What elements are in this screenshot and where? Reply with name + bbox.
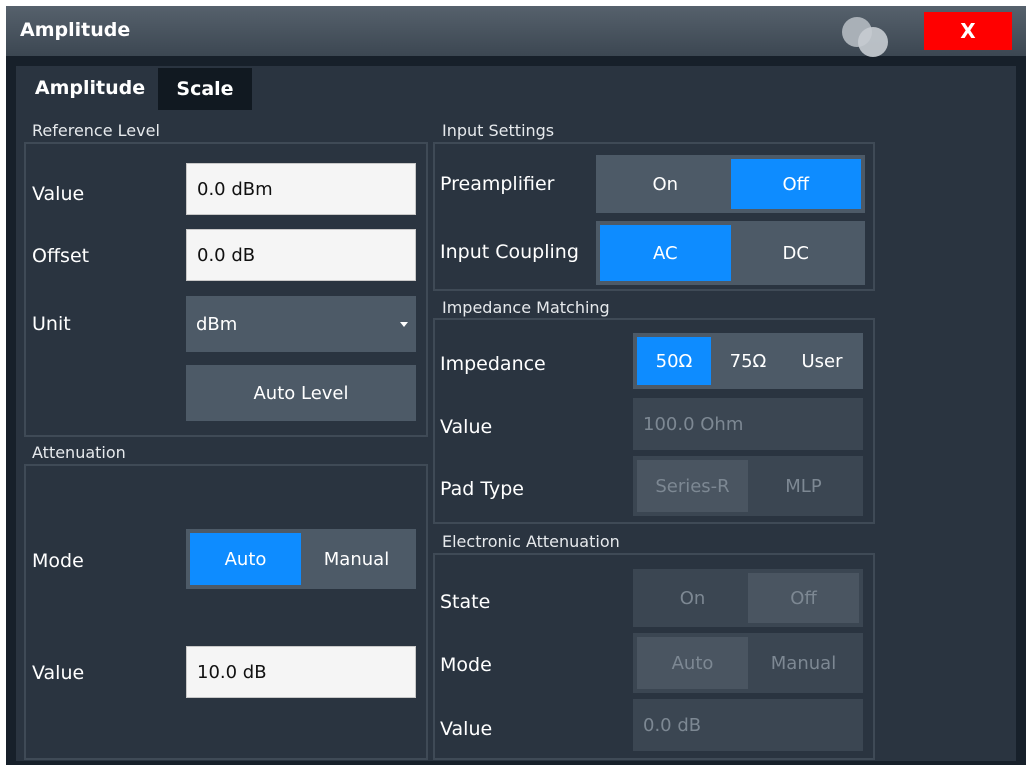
auto-level-button[interactable]: Auto Level (186, 365, 416, 421)
reference-value-input[interactable]: 0.0 dBm (186, 163, 416, 215)
offset-input[interactable]: 0.0 dB (186, 229, 416, 281)
attenuation-mode-manual[interactable]: Manual (301, 533, 412, 585)
attenuation-value-input[interactable]: 10.0 dB (186, 646, 416, 698)
input-coupling-label: Input Coupling (440, 241, 579, 263)
pad-mlp: MLP (785, 475, 822, 497)
title-bar[interactable]: Amplitude X (6, 6, 1026, 57)
preamplifier-label: Preamplifier (440, 173, 555, 195)
tab-amplitude[interactable]: Amplitude (22, 66, 158, 110)
attenuation-title: Attenuation (32, 443, 126, 462)
attenuation-mode-toggle[interactable]: Auto Manual (186, 529, 416, 589)
unit-dropdown[interactable]: dBm (186, 296, 416, 352)
impedance-value-field: 100.0 Ohm (633, 398, 863, 450)
circle-shape (858, 27, 888, 57)
reference-level-title: Reference Level (32, 121, 160, 140)
dock-icon[interactable] (836, 14, 888, 57)
impedance-75[interactable]: 75Ω (711, 337, 785, 385)
window-title: Amplitude (20, 19, 131, 41)
ea-state-off: Off (748, 573, 859, 623)
coupling-dc[interactable]: DC (731, 225, 862, 281)
ea-state-label: State (440, 591, 491, 613)
reference-value-label: Value (32, 183, 85, 205)
input-settings-title: Input Settings (442, 121, 555, 140)
electronic-attenuation-title: Electronic Attenuation (442, 532, 620, 551)
impedance-label: Impedance (440, 353, 546, 375)
impedance-toggle[interactable]: 50Ω 75Ω User (633, 333, 863, 389)
ea-state-on: On (679, 587, 706, 609)
attenuation-mode-label: Mode (32, 550, 84, 572)
close-button[interactable]: X (924, 12, 1012, 50)
offset-label: Offset (32, 245, 90, 267)
impedance-user[interactable]: User (785, 337, 859, 385)
impedance-value-label: Value (440, 416, 493, 438)
unit-label: Unit (32, 313, 71, 335)
preamplifier-off[interactable]: Off (730, 159, 861, 209)
unit-value: dBm (196, 313, 238, 335)
chevron-down-icon (400, 322, 408, 327)
attenuation-mode-auto[interactable]: Auto (190, 533, 301, 585)
ea-mode-auto: Auto (637, 637, 748, 689)
input-coupling-toggle[interactable]: AC DC (596, 221, 865, 285)
tab-bar: Amplitude Scale (16, 66, 1016, 110)
pad-type-toggle: Series-R MLP (633, 456, 863, 516)
ea-state-toggle: On Off (633, 569, 863, 627)
pad-type-label: Pad Type (440, 478, 524, 500)
preamplifier-toggle[interactable]: On Off (596, 155, 865, 213)
ea-mode-manual: Manual (770, 652, 837, 674)
attenuation-group (24, 464, 428, 760)
ea-mode-label: Mode (440, 654, 492, 676)
ea-value-label: Value (440, 718, 493, 740)
impedance-50[interactable]: 50Ω (637, 337, 711, 385)
preamplifier-on[interactable]: On (600, 159, 731, 209)
pad-series-r: Series-R (637, 460, 748, 512)
impedance-matching-title: Impedance Matching (442, 298, 610, 317)
tab-scale[interactable]: Scale (158, 68, 252, 110)
coupling-ac[interactable]: AC (600, 225, 731, 281)
ea-value-field: 0.0 dB (633, 699, 863, 751)
ea-mode-toggle: Auto Manual (633, 633, 863, 693)
attenuation-value-label: Value (32, 662, 85, 684)
